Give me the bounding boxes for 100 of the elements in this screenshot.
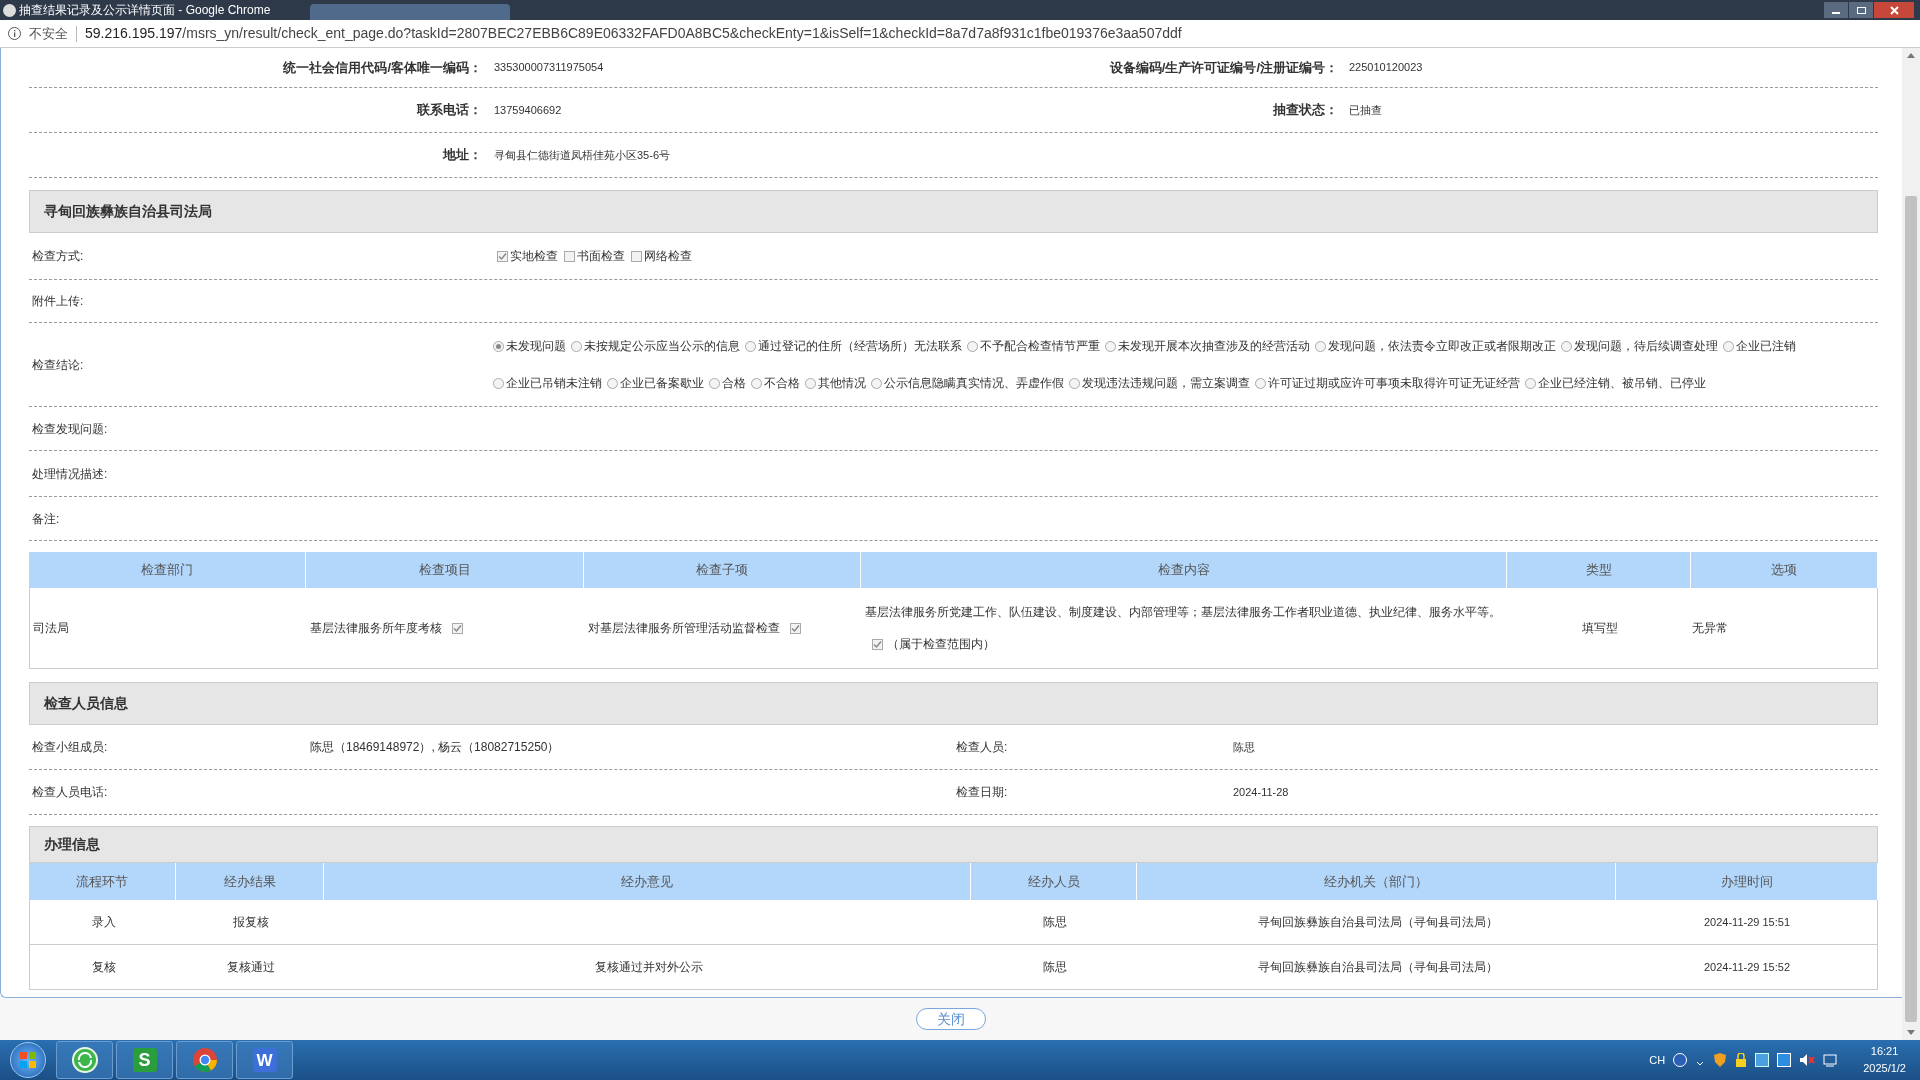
table-cell-text: 寻甸回族彝族自治县司法局（寻甸县司法局）	[1257, 914, 1498, 931]
option-label: 发现违法违规问题，需立案调查	[1082, 375, 1250, 392]
app-tray-icon[interactable]	[1777, 1053, 1792, 1067]
url-field[interactable]: 59.216.195.197/msrs_yn/result/check_ent_page.do?taskId=2807BEC27EBB6C89E06332FAFD0A8BC5&checkEnty=1&isSelf=1&checkId=8a7d7a8f931c1fbe019376e3aa507ddf	[85, 23, 1182, 44]
checkbox[interactable]	[497, 250, 508, 262]
field-label: 附件上传:	[31, 293, 84, 310]
table-cell-text: 对基层法律服务所管理活动监督检查	[588, 620, 780, 637]
checkbox[interactable]	[872, 638, 883, 650]
document-icon: W	[252, 1048, 277, 1072]
window-title: 抽查结果记录及公示详情页面 - Google Chrome	[19, 2, 271, 19]
option-label: （属于检查范围内）	[887, 636, 995, 653]
field-label: 设备编码/生产许可证编号/注册证编号：	[1109, 58, 1338, 77]
option-label: 未发现开展本次抽查涉及的经营活动	[1118, 338, 1310, 355]
close-icon[interactable]	[1874, 2, 1914, 18]
radio-button[interactable]	[493, 340, 504, 352]
field-label: 检查日期:	[956, 785, 1008, 799]
option-label: 通过登记的住所（经营场所）无法联系	[758, 338, 962, 355]
checkbox[interactable]	[452, 622, 463, 634]
option-label: 企业已经注销、被吊销、已停业	[1538, 375, 1706, 392]
column-header: 类型	[1507, 552, 1691, 588]
field-value: 335300007311975054	[494, 61, 604, 74]
column-header: 流程环节	[29, 863, 176, 900]
clock-time[interactable]: 16:21	[1870, 1043, 1899, 1060]
checkbox[interactable]	[631, 250, 642, 262]
clock-date[interactable]: 2025/1/2	[1863, 1060, 1906, 1077]
option-label: 不予配合检查情节严重	[980, 338, 1100, 355]
section-title: 办理信息	[44, 835, 100, 854]
shield-icon[interactable]	[1713, 1052, 1728, 1068]
table-cell-text: 陈思	[1043, 914, 1067, 931]
browser-icon	[191, 1047, 218, 1073]
radio-button[interactable]	[751, 377, 762, 389]
field-label: 联系电话：	[416, 101, 482, 120]
table-cell-text: 无异常	[1692, 620, 1728, 637]
scrollbar-thumb[interactable]	[1905, 196, 1917, 1022]
table-cell-text: 基层法律服务所党建工作、队伍建设、制度建设、内部管理等；基层法律服务工作者职业道德、执业纪律、服务水平等。	[865, 604, 1502, 621]
option-label: 未发现问题	[506, 338, 566, 355]
close-button[interactable]: 关闭	[916, 1008, 986, 1030]
radio-button[interactable]	[1723, 340, 1734, 352]
checkbox[interactable]	[790, 622, 801, 634]
four-squares-logo-icon	[19, 1051, 37, 1069]
field-value: 寻甸县仁德街道凤梧佳苑小区35-6号	[494, 148, 671, 161]
radio-button[interactable]	[1069, 377, 1080, 389]
option-label: 企业已注销	[1736, 338, 1796, 355]
radio-button[interactable]	[1105, 340, 1116, 352]
table-cell-text: 填写型	[1582, 620, 1618, 637]
radio-button[interactable]	[805, 377, 816, 389]
column-header: 经办人员	[971, 863, 1137, 900]
radio-button[interactable]	[1561, 340, 1572, 352]
option-label: 网络检查	[644, 248, 692, 265]
start-button[interactable]	[10, 1042, 46, 1078]
field-label: 检查人员:	[956, 740, 1008, 754]
radio-button[interactable]	[709, 377, 720, 389]
radio-button[interactable]	[571, 340, 582, 352]
field-label: 备注:	[31, 510, 60, 528]
maximize-icon[interactable]	[1849, 2, 1873, 18]
table-cell-text: 2024-11-29 15:52	[1703, 959, 1790, 975]
field-value: 2024-11-28	[1233, 785, 1289, 798]
option-label: 书面检查	[577, 248, 625, 265]
taskbar-button[interactable]: W	[236, 1041, 293, 1079]
radio-button[interactable]	[967, 340, 978, 352]
radio-button[interactable]	[1255, 377, 1266, 389]
field-value: 225010120023	[1349, 61, 1423, 74]
taskbar-button[interactable]	[176, 1041, 233, 1079]
column-header: 经办结果	[176, 863, 324, 900]
checkbox[interactable]	[564, 250, 575, 262]
scrollbar[interactable]	[1902, 48, 1920, 1040]
column-header: 选项	[1691, 552, 1878, 588]
speaker-muted-icon[interactable]	[1799, 1053, 1816, 1067]
field-label: 检查小组成员:	[32, 740, 108, 754]
option-label: 未按规定公示应当公示的信息	[584, 338, 740, 355]
table-cell-text: 报复核	[233, 914, 269, 931]
radio-button[interactable]	[871, 377, 882, 389]
table-cell-text: 复核通过并对外公示	[594, 959, 703, 976]
table-cell-text: 复核通过	[227, 959, 275, 976]
field-label: 统一社会信用代码/客体唯一编码：	[282, 58, 482, 77]
field-value: 已抽查	[1349, 103, 1382, 116]
option-label: 其他情况	[818, 375, 866, 392]
field-label: 检查方式:	[31, 248, 85, 265]
section-title: 检查人员信息	[44, 694, 128, 713]
field-label: 处理情况描述:	[31, 465, 108, 483]
radio-button[interactable]	[607, 377, 618, 389]
radio-button[interactable]	[745, 340, 756, 352]
radio-button[interactable]	[1315, 340, 1326, 352]
option-label: 实地检查	[510, 248, 558, 265]
taskbar-button[interactable]: S	[116, 1041, 173, 1079]
lock-icon[interactable]	[1735, 1053, 1748, 1067]
table-cell-text: 2024-11-29 15:51	[1703, 914, 1790, 930]
radio-button[interactable]	[493, 377, 504, 389]
minimize-icon[interactable]	[1824, 2, 1848, 18]
language-indicator[interactable]: CH	[1649, 1051, 1666, 1069]
column-header: 办理时间	[1616, 863, 1878, 900]
taskbar-button[interactable]	[56, 1041, 113, 1079]
radio-button[interactable]	[1525, 377, 1536, 389]
field-label: 检查人员电话:	[32, 785, 108, 799]
table-cell-text: 录入	[91, 914, 116, 931]
field-label: 检查发现问题:	[31, 420, 108, 438]
network-icon[interactable]	[1755, 1053, 1770, 1067]
option-label: 企业已备案歇业	[620, 375, 704, 392]
column-header: 检查项目	[306, 552, 584, 588]
section-title: 寻甸回族彝族自治县司法局	[44, 202, 212, 221]
